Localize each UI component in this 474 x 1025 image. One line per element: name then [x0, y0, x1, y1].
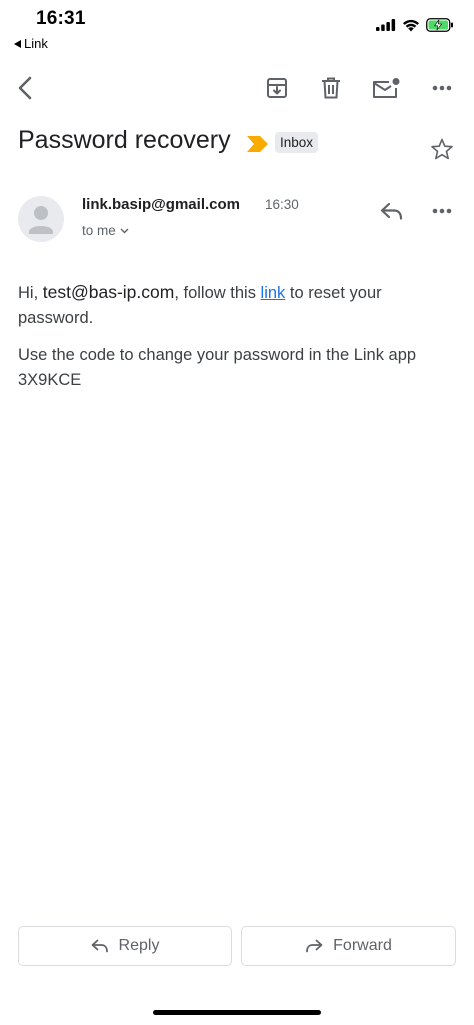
more-icon — [432, 85, 452, 91]
reply-icon — [91, 939, 108, 953]
back-button[interactable] — [8, 70, 44, 106]
recipient-email-text[interactable]: test@bas-ip.com — [43, 282, 175, 302]
archive-button[interactable] — [259, 70, 295, 106]
chevron-down-icon — [120, 228, 129, 233]
delete-icon — [322, 77, 340, 99]
recipient-details-toggle[interactable]: to me — [82, 223, 129, 238]
archive-icon — [267, 78, 287, 98]
email-subject: Password recovery — [18, 126, 231, 154]
battery-charging-icon — [426, 18, 453, 32]
sender-avatar — [18, 196, 64, 242]
more-options-button[interactable] — [424, 70, 460, 106]
email-body-paragraph-1: Hi, test@bas-ip.com, follow this link to… — [18, 280, 458, 331]
forward-icon — [306, 939, 323, 953]
star-icon[interactable] — [430, 138, 454, 161]
forward-button[interactable]: Forward — [241, 926, 456, 966]
back-app-label: Link — [24, 36, 48, 51]
back-triangle-icon — [14, 39, 21, 48]
message-more-button[interactable] — [424, 193, 460, 229]
signal-icon — [376, 19, 396, 31]
wifi-icon — [403, 19, 419, 31]
back-arrow-icon — [18, 76, 32, 100]
status-icons — [376, 18, 454, 32]
reply-icon-button[interactable] — [374, 193, 410, 229]
more-icon — [432, 208, 452, 214]
mark-unread-button[interactable] — [368, 70, 404, 106]
body-text: , follow this — [174, 284, 256, 302]
delete-button[interactable] — [313, 70, 349, 106]
reply-button[interactable]: Reply — [18, 926, 232, 966]
email-body-paragraph-2: Use the code to change your password in … — [18, 346, 417, 389]
sender-email[interactable]: link.basip@gmail.com — [82, 196, 240, 213]
status-time: 16:31 — [36, 8, 86, 29]
person-icon — [29, 206, 53, 234]
recipient-label: to me — [82, 223, 116, 238]
reply-label: Reply — [118, 937, 160, 954]
forward-label: Forward — [333, 937, 392, 954]
reset-link[interactable]: link — [261, 284, 286, 302]
inbox-label-badge[interactable]: Inbox — [275, 132, 319, 153]
important-marker-icon[interactable] — [247, 136, 269, 152]
mark-unread-icon — [373, 78, 400, 98]
email-time: 16:30 — [265, 197, 299, 212]
reply-icon — [380, 202, 403, 220]
back-to-app-link[interactable]: Link — [14, 36, 48, 51]
greeting-text: Hi, — [18, 284, 39, 302]
home-indicator[interactable] — [153, 1010, 321, 1015]
